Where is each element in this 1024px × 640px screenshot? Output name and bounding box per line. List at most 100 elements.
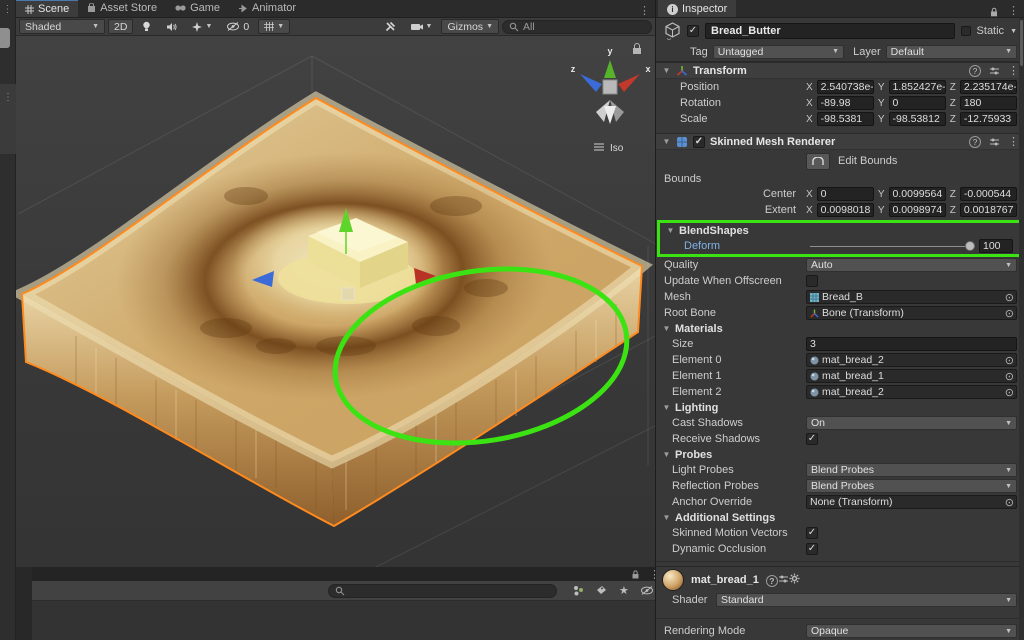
inspector-scrollbar[interactable]: [1019, 18, 1024, 640]
root-bone-object-field[interactable]: Bone (Transform)⊙: [806, 306, 1017, 320]
effects-dropdown[interactable]: ▼: [186, 19, 218, 34]
scale-x-field[interactable]: -98.5381: [817, 112, 874, 126]
viewport-lock-icon[interactable]: [633, 44, 641, 55]
scene-search-input[interactable]: All: [502, 20, 652, 34]
drag-handle-icon[interactable]: ⋮: [0, 4, 15, 15]
rotation-z-field[interactable]: 180: [960, 96, 1017, 110]
tab-animator[interactable]: Animator: [229, 0, 305, 17]
extent-x-field[interactable]: 0.0098018: [817, 203, 874, 217]
gameobject-cube-icon[interactable]: [664, 22, 681, 40]
extent-y-field[interactable]: 0.0098974: [889, 203, 946, 217]
deform-slider[interactable]: [810, 239, 975, 253]
foldout-icon[interactable]: ▼: [662, 137, 671, 146]
scene-visibility-toggle[interactable]: 0: [221, 19, 255, 34]
presets-icon[interactable]: [989, 66, 1000, 76]
favorites-icon[interactable]: ★: [616, 584, 632, 597]
shader-dropdown[interactable]: Standard▼: [716, 593, 1017, 607]
panel-menu-icon[interactable]: ⋮: [1003, 4, 1024, 17]
lighting-foldout[interactable]: ▼Lighting: [656, 400, 1024, 415]
cast-shadows-dropdown[interactable]: On▼: [806, 416, 1017, 430]
tools-icon[interactable]: [379, 19, 402, 34]
material-header[interactable]: mat_bread_1 ?: [656, 566, 1024, 592]
reflection-probes-dropdown[interactable]: Blend Probes▼: [806, 479, 1017, 493]
drag-handle-icon[interactable]: ⋮: [0, 92, 16, 103]
2d-toggle[interactable]: 2D: [108, 19, 133, 34]
blendshapes-foldout[interactable]: ▼BlendShapes: [660, 223, 1021, 238]
object-picker-icon[interactable]: ⊙: [1005, 354, 1014, 367]
layer-dropdown[interactable]: Default▼: [886, 45, 1017, 59]
help-icon[interactable]: ?: [969, 136, 981, 148]
deform-value-field[interactable]: 100: [979, 239, 1013, 253]
quality-dropdown[interactable]: Auto▼: [806, 258, 1017, 272]
foldout-icon[interactable]: ▼: [662, 66, 671, 75]
scale-y-field[interactable]: -98.53812: [889, 112, 946, 126]
camera-dropdown[interactable]: ▼: [405, 19, 439, 34]
gear-icon[interactable]: [789, 573, 800, 584]
scene-viewport[interactable]: y x z Iso: [16, 36, 655, 567]
left-dock-strip[interactable]: ⋮ ⋮: [0, 0, 16, 640]
tab-inspector[interactable]: i Inspector: [658, 0, 736, 17]
static-dropdown-icon[interactable]: ▼: [1010, 28, 1017, 35]
mesh-object-field[interactable]: Bread_B⊙: [806, 290, 1017, 304]
center-z-field[interactable]: -0.000544: [960, 187, 1017, 201]
collapsed-tab[interactable]: [0, 28, 10, 48]
projection-label[interactable]: Iso: [594, 143, 624, 154]
panel-menu-icon[interactable]: ⋮: [634, 4, 655, 17]
materials-size-field[interactable]: 3: [806, 337, 1017, 351]
tag-dropdown[interactable]: Untagged▼: [713, 45, 844, 59]
lock-icon[interactable]: [989, 7, 1003, 17]
static-checkbox[interactable]: [961, 26, 971, 36]
tab-game[interactable]: Game: [166, 0, 229, 17]
scale-z-field[interactable]: -12.75933: [960, 112, 1017, 126]
grid-visibility-dropdown[interactable]: ▼: [258, 19, 290, 34]
object-picker-icon[interactable]: ⊙: [1005, 291, 1014, 304]
skinned-mesh-renderer-header[interactable]: ▼ ✓ Skinned Mesh Renderer ?⋮: [656, 133, 1024, 150]
hierarchy-search-input[interactable]: [328, 584, 557, 598]
rotation-x-field[interactable]: -89.98: [817, 96, 874, 110]
collapsed-panel-tab[interactable]: ⋮: [0, 84, 16, 154]
component-menu-icon[interactable]: ⋮: [1008, 135, 1019, 148]
shading-mode-dropdown[interactable]: Shaded▼: [19, 19, 105, 34]
extent-z-field[interactable]: 0.0018767: [960, 203, 1017, 217]
gizmos-dropdown[interactable]: Gizmos▼: [441, 19, 499, 34]
rendering-mode-dropdown[interactable]: Opaque▼: [806, 624, 1017, 638]
scrollbar-thumb[interactable]: [1020, 20, 1023, 66]
edit-bounds-button[interactable]: [806, 153, 830, 170]
object-picker-icon[interactable]: ⊙: [1005, 386, 1014, 399]
scene-audio-toggle[interactable]: [160, 19, 183, 34]
materials-foldout[interactable]: ▼Materials: [656, 321, 1024, 336]
material-preview-sphere[interactable]: [662, 569, 684, 591]
transform-header[interactable]: ▼ Transform ?⋮: [656, 62, 1024, 79]
center-x-field[interactable]: 0: [817, 187, 874, 201]
light-probes-dropdown[interactable]: Blend Probes▼: [806, 463, 1017, 477]
skinned-motion-vectors-checkbox[interactable]: ✓: [806, 527, 818, 539]
position-x-field[interactable]: 2.540738e-: [817, 80, 874, 94]
lock-icon[interactable]: [631, 570, 640, 579]
slider-knob[interactable]: [965, 241, 975, 251]
probes-foldout[interactable]: ▼Probes: [656, 447, 1024, 462]
tag-filter-icon[interactable]: [593, 585, 610, 596]
tab-scene[interactable]: Scene: [16, 0, 78, 17]
additional-settings-foldout[interactable]: ▼Additional Settings: [656, 510, 1024, 525]
position-y-field[interactable]: 1.852427e-: [889, 80, 946, 94]
presets-icon[interactable]: [778, 574, 789, 584]
position-z-field[interactable]: 2.235174e-: [960, 80, 1017, 94]
component-menu-icon[interactable]: ⋮: [1008, 64, 1019, 77]
tab-asset-store[interactable]: Asset Store: [78, 0, 166, 17]
help-icon[interactable]: ?: [969, 65, 981, 77]
center-y-field[interactable]: 0.0099564: [889, 187, 946, 201]
prefab-filter-icon[interactable]: [569, 585, 587, 596]
receive-shadows-checkbox[interactable]: ✓: [806, 433, 818, 445]
orientation-gizmo[interactable]: y x z: [571, 46, 651, 124]
update-offscreen-checkbox[interactable]: [806, 275, 818, 287]
help-icon[interactable]: ?: [766, 575, 778, 587]
object-picker-icon[interactable]: ⊙: [1005, 307, 1014, 320]
material-object-field[interactable]: mat_bread_2⊙: [806, 385, 1017, 399]
dynamic-occlusion-checkbox[interactable]: ✓: [806, 543, 818, 555]
material-object-field[interactable]: mat_bread_1⊙: [806, 369, 1017, 383]
presets-icon[interactable]: [989, 137, 1000, 147]
anchor-override-object-field[interactable]: None (Transform)⊙: [806, 495, 1017, 509]
material-object-field[interactable]: mat_bread_2⊙: [806, 353, 1017, 367]
component-enabled-checkbox[interactable]: ✓: [693, 136, 705, 148]
rotation-y-field[interactable]: 0: [889, 96, 946, 110]
